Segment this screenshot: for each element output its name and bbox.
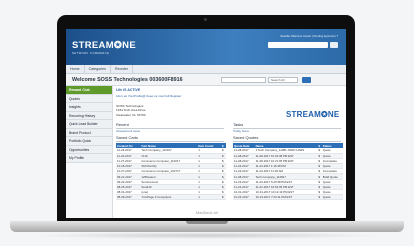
header-search-button[interactable]	[330, 42, 338, 48]
site-logo[interactable]: STREAM✪NE NETWORK COMMERCE	[72, 40, 136, 55]
table-cell: 08-09-2017	[116, 194, 141, 201]
recent-link[interactable]: Assessment loose	[116, 129, 140, 133]
nav-item-reorder[interactable]: Reorder	[111, 65, 133, 73]
account-address: SOSS Technologies 1234 Tech Area Drive Cle…	[116, 104, 146, 117]
camera-icon	[204, 18, 207, 21]
saved-carts-heading: Saved Carts	[116, 135, 224, 142]
main-content: Life IS ACTIVE Life's an YourProfile@ Ke…	[116, 88, 344, 216]
nav-item-categories[interactable]: Categories	[85, 65, 111, 73]
sidebar: Reward Club Quotes Insights Recurring Hi…	[66, 86, 113, 218]
laptop-screen: STREAM✪NE NETWORK COMMERCE Reseller Welco…	[66, 29, 346, 218]
brand-logo: STREAM✪NE	[286, 110, 340, 119]
table-row[interactable]: 08-09-2017 TurnPage 3 Computers 1 $	[116, 194, 226, 201]
laptop-notch	[186, 221, 228, 224]
search-button[interactable]	[302, 77, 311, 83]
laptop-bezel: STREAM✪NE NETWORK COMMERCE Reseller Welco…	[57, 15, 355, 222]
saved-quotes-table: Quote Date Name $ Status 11-28-2017 1 Tech Co…	[233, 143, 343, 201]
sidebar-item-insights[interactable]: Insights	[66, 103, 112, 112]
table-row[interactable]: 10-24-2017 10-24-2017 7:04:11 PM EST $ Quot…	[233, 194, 343, 201]
sidebar-item-quotes[interactable]: Quotes	[66, 94, 112, 103]
sidebar-item-brand-product[interactable]: Brand Product	[66, 128, 112, 137]
tasks-heading: Tasks	[233, 122, 341, 129]
table-cell: 10-24-2017	[233, 194, 255, 201]
table-cell[interactable]: 10-24-2017 7:04:11 PM EST	[254, 194, 318, 201]
header-search-input[interactable]	[268, 42, 328, 48]
search-scope-select[interactable]: Search All	[268, 77, 298, 83]
search-input[interactable]	[221, 77, 266, 83]
sidebar-item-my-profile[interactable]: My Profile	[66, 154, 112, 163]
main-nav: Home Categories Reorder	[66, 65, 346, 74]
sidebar-item-quick-lead[interactable]: Quick Lead Builder	[66, 120, 112, 129]
table-cell: Quote	[321, 194, 343, 201]
site-header: STREAM✪NE NETWORK COMMERCE Reseller Welco…	[66, 29, 346, 65]
sidebar-item-portfolio[interactable]: Portfolio Quick	[66, 137, 112, 146]
header-links[interactable]: Reseller Welcome Center | Pending Approv…	[280, 35, 338, 38]
title-bar: Welcome SOSS Technologies 003600F8916 Se…	[66, 74, 346, 86]
sidebar-item-recurring-history[interactable]: Recurring History	[66, 111, 112, 120]
table-cell: $	[220, 194, 226, 201]
account-notice[interactable]: Life's an YourProfile@ Keep us now Full …	[116, 94, 181, 98]
account-heading: Life IS ACTIVE	[116, 88, 141, 92]
laptop-base	[10, 221, 404, 232]
tasks-link[interactable]: Today None	[233, 129, 249, 133]
table-cell: 1	[197, 194, 221, 201]
device-label: MacBook Air	[195, 210, 219, 215]
table-cell[interactable]: TurnPage 3 Computers	[140, 194, 198, 201]
saved-quotes-heading: Saved Quotes	[233, 135, 341, 142]
sidebar-item-reward-club[interactable]: Reward Club	[66, 86, 112, 95]
saved-carts-table: Created On Cart Name Item Count $11-23-2017…	[116, 143, 226, 201]
page-title: Welcome SOSS Technologies 003600F8916	[72, 77, 183, 83]
sidebar-item-opportunities[interactable]: Opportunities	[66, 145, 112, 154]
recent-heading: Recent	[116, 122, 224, 129]
laptop-shadow	[30, 232, 384, 239]
nav-item-home[interactable]: Home	[66, 65, 85, 73]
